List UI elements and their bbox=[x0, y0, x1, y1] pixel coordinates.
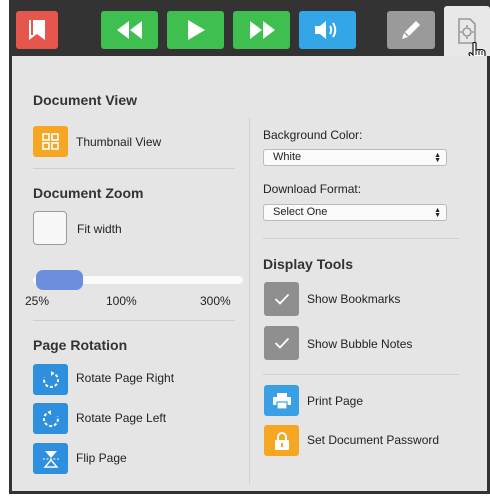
rewind-button[interactable] bbox=[101, 11, 158, 49]
flip-icon bbox=[42, 450, 59, 468]
download-format-value: Select One bbox=[273, 206, 328, 218]
fit-width-checkbox[interactable] bbox=[33, 211, 67, 245]
divider bbox=[263, 238, 459, 239]
print-page-button[interactable] bbox=[264, 385, 299, 416]
print-page-label[interactable]: Print Page bbox=[307, 394, 363, 408]
show-bubble-notes-label[interactable]: Show Bubble Notes bbox=[307, 337, 412, 351]
document-zoom-heading: Document Zoom bbox=[33, 185, 144, 201]
annotate-button[interactable] bbox=[387, 11, 435, 49]
rotate-left-label[interactable]: Rotate Page Left bbox=[76, 411, 166, 425]
flip-page-button[interactable] bbox=[33, 443, 68, 474]
divider bbox=[33, 168, 235, 169]
volume-icon bbox=[314, 21, 336, 39]
pen-icon bbox=[402, 21, 420, 39]
lock-icon bbox=[274, 431, 289, 450]
bookmark-button[interactable] bbox=[16, 11, 58, 49]
thumbnail-view-button[interactable] bbox=[33, 126, 68, 157]
zoom-mid-label: 100% bbox=[106, 294, 137, 308]
bookmark-icon bbox=[29, 20, 45, 40]
grid-icon bbox=[42, 133, 59, 150]
zoom-slider-handle[interactable] bbox=[36, 270, 83, 290]
fast-forward-button[interactable] bbox=[233, 11, 290, 49]
download-format-label: Download Format: bbox=[263, 182, 362, 196]
column-divider bbox=[249, 118, 250, 484]
checkmark-icon bbox=[274, 337, 289, 349]
fast-forward-icon bbox=[249, 21, 275, 39]
rotate-right-button[interactable] bbox=[33, 364, 68, 395]
printer-icon bbox=[272, 392, 291, 409]
show-bubble-notes-checkbox[interactable] bbox=[264, 326, 299, 360]
volume-button[interactable] bbox=[299, 11, 356, 49]
set-password-label[interactable]: Set Document Password bbox=[307, 433, 439, 447]
rotate-left-icon bbox=[42, 409, 59, 427]
checkmark-icon bbox=[274, 293, 289, 305]
rewind-icon bbox=[116, 21, 142, 39]
rotate-right-label[interactable]: Rotate Page Right bbox=[76, 371, 174, 385]
display-tools-heading: Display Tools bbox=[263, 256, 353, 272]
show-bookmarks-checkbox[interactable] bbox=[264, 282, 299, 316]
divider bbox=[263, 374, 459, 375]
thumbnail-view-label[interactable]: Thumbnail View bbox=[76, 135, 161, 149]
select-arrows-icon: ▲ ▼ bbox=[434, 152, 441, 164]
background-color-value: White bbox=[273, 151, 302, 163]
fit-width-label[interactable]: Fit width bbox=[77, 222, 122, 236]
background-color-label: Background Color: bbox=[263, 128, 363, 142]
play-icon bbox=[187, 20, 205, 40]
page-rotation-heading: Page Rotation bbox=[33, 337, 128, 353]
rotate-left-button[interactable] bbox=[33, 403, 68, 434]
play-button[interactable] bbox=[167, 11, 224, 49]
document-settings-icon bbox=[458, 18, 476, 44]
rotate-right-icon bbox=[42, 370, 59, 388]
background-color-select[interactable]: White ▲ ▼ bbox=[263, 149, 447, 166]
select-arrows-icon: ▲ ▼ bbox=[434, 207, 441, 219]
flip-page-label[interactable]: Flip Page bbox=[76, 451, 127, 465]
show-bookmarks-label[interactable]: Show Bookmarks bbox=[307, 292, 400, 306]
document-view-heading: Document View bbox=[33, 92, 137, 108]
download-format-select[interactable]: Select One ▲ ▼ bbox=[263, 204, 447, 221]
zoom-max-label: 300% bbox=[200, 294, 231, 308]
divider bbox=[33, 320, 235, 321]
set-password-button[interactable] bbox=[264, 425, 299, 456]
zoom-min-label: 25% bbox=[25, 294, 50, 308]
